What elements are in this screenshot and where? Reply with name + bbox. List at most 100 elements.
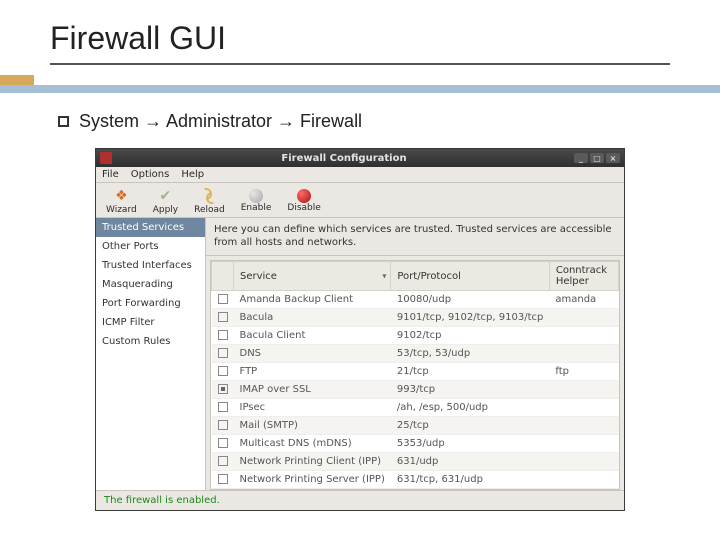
enable-label: Enable — [241, 203, 272, 213]
column-check[interactable] — [212, 262, 234, 291]
table-row[interactable]: Mail (SMTP)25/tcp — [212, 417, 619, 435]
table-row[interactable]: Amanda Backup Client10080/udpamanda — [212, 291, 619, 309]
row-port: 631/udp — [391, 453, 549, 471]
warning-row: ⚠ Allow access to necessary services, on… — [212, 489, 619, 491]
reload-button[interactable]: Reload — [186, 185, 233, 215]
row-port: 10080/udp — [391, 291, 549, 309]
row-checkbox[interactable] — [218, 438, 228, 448]
row-checkbox[interactable] — [218, 420, 228, 430]
column-service-label: Service — [240, 271, 277, 282]
close-button[interactable]: × — [606, 153, 620, 163]
row-checkbox[interactable] — [218, 402, 228, 412]
row-checkbox[interactable] — [218, 330, 228, 340]
check-icon: ✔ — [156, 187, 174, 205]
row-port: 9101/tcp, 9102/tcp, 9103/tcp — [391, 309, 549, 327]
row-port: 631/tcp, 631/udp — [391, 471, 549, 489]
row-checkbox[interactable] — [218, 384, 228, 394]
reload-label: Reload — [194, 205, 225, 215]
disable-label: Disable — [287, 203, 320, 213]
apply-button[interactable]: ✔ Apply — [145, 185, 186, 215]
wizard-icon: ❖ — [112, 187, 130, 205]
table-row[interactable]: IMAP over SSL993/tcp — [212, 381, 619, 399]
column-helper[interactable]: Conntrack Helper — [549, 262, 618, 291]
row-checkbox[interactable] — [218, 294, 228, 304]
row-checkbox[interactable] — [218, 456, 228, 466]
statusbar: The firewall is enabled. — [96, 490, 624, 510]
window-title: Firewall Configuration — [116, 153, 572, 164]
body-split: Trusted Services Other Ports Trusted Int… — [96, 218, 624, 490]
row-helper — [549, 453, 618, 471]
table-row[interactable]: Bacula9101/tcp, 9102/tcp, 9103/tcp — [212, 309, 619, 327]
row-helper — [549, 309, 618, 327]
row-service: Network Printing Client (IPP) — [234, 453, 391, 471]
row-service: Bacula — [234, 309, 391, 327]
table-row[interactable]: DNS53/tcp, 53/udp — [212, 345, 619, 363]
wizard-label: Wizard — [106, 205, 137, 215]
reload-icon — [200, 187, 218, 205]
table-row[interactable]: Network Printing Client (IPP)631/udp — [212, 453, 619, 471]
row-helper — [549, 345, 618, 363]
apply-label: Apply — [153, 205, 178, 215]
sidebar-item-custom-rules[interactable]: Custom Rules — [96, 332, 205, 351]
row-port: 21/tcp — [391, 363, 549, 381]
row-checkbox[interactable] — [218, 348, 228, 358]
sidebar-item-trusted-services[interactable]: Trusted Services — [96, 218, 205, 237]
row-service: IMAP over SSL — [234, 381, 391, 399]
sidebar: Trusted Services Other Ports Trusted Int… — [96, 218, 206, 490]
breadcrumb-text: System → Administrator → Firewall — [79, 111, 362, 132]
row-checkbox[interactable] — [218, 312, 228, 322]
menubar: File Options Help — [96, 167, 624, 183]
row-helper — [549, 327, 618, 345]
row-helper: ftp — [549, 363, 618, 381]
row-port: 53/tcp, 53/udp — [391, 345, 549, 363]
column-port[interactable]: Port/Protocol — [391, 262, 549, 291]
table-row[interactable]: Bacula Client9102/tcp — [212, 327, 619, 345]
slide-title: Firewall GUI — [50, 20, 670, 65]
sidebar-item-other-ports[interactable]: Other Ports — [96, 237, 205, 256]
row-port: 9102/tcp — [391, 327, 549, 345]
sidebar-item-icmp-filter[interactable]: ICMP Filter — [96, 313, 205, 332]
menu-options[interactable]: Options — [131, 169, 170, 180]
row-service: Network Printing Server (IPP) — [234, 471, 391, 489]
row-service: FTP — [234, 363, 391, 381]
enable-icon — [249, 189, 263, 203]
row-service: DNS — [234, 345, 391, 363]
row-helper — [549, 471, 618, 489]
row-checkbox[interactable] — [218, 366, 228, 376]
enable-button[interactable]: Enable — [233, 185, 280, 215]
main-panel: Here you can define which services are t… — [206, 218, 624, 490]
breadcrumb: System → Administrator → Firewall — [50, 111, 670, 132]
app-window: Firewall Configuration _ □ × File Option… — [95, 148, 625, 511]
services-table: Service ▾ Port/Protocol Conntrack Helper… — [211, 261, 619, 490]
maximize-button[interactable]: □ — [590, 153, 604, 163]
minimize-button[interactable]: _ — [574, 153, 588, 163]
table-row[interactable]: Network Printing Server (IPP)631/tcp, 63… — [212, 471, 619, 489]
row-service: Bacula Client — [234, 327, 391, 345]
sort-icon: ▾ — [382, 272, 386, 281]
row-helper — [549, 435, 618, 453]
bullet-icon — [58, 116, 69, 127]
panel-description: Here you can define which services are t… — [206, 218, 624, 256]
services-table-wrap: Service ▾ Port/Protocol Conntrack Helper… — [210, 260, 620, 490]
disable-button[interactable]: Disable — [279, 185, 328, 215]
row-port: 993/tcp — [391, 381, 549, 399]
row-checkbox[interactable] — [218, 474, 228, 484]
row-port: 25/tcp — [391, 417, 549, 435]
table-row[interactable]: FTP21/tcpftp — [212, 363, 619, 381]
sidebar-item-masquerading[interactable]: Masquerading — [96, 275, 205, 294]
row-service: IPsec — [234, 399, 391, 417]
sidebar-item-port-forwarding[interactable]: Port Forwarding — [96, 294, 205, 313]
menu-file[interactable]: File — [102, 169, 119, 180]
row-helper — [549, 417, 618, 435]
menu-help[interactable]: Help — [181, 169, 204, 180]
table-row[interactable]: IPsec/ah, /esp, 500/udp — [212, 399, 619, 417]
accent-underline — [0, 85, 720, 93]
titlebar[interactable]: Firewall Configuration _ □ × — [96, 149, 624, 167]
table-row[interactable]: Multicast DNS (mDNS)5353/udp — [212, 435, 619, 453]
column-service[interactable]: Service ▾ — [234, 262, 391, 291]
sidebar-item-trusted-interfaces[interactable]: Trusted Interfaces — [96, 256, 205, 275]
toolbar: ❖ Wizard ✔ Apply Reload Enable Disable — [96, 183, 624, 218]
wizard-button[interactable]: ❖ Wizard — [98, 185, 145, 215]
row-service: Mail (SMTP) — [234, 417, 391, 435]
row-port: 5353/udp — [391, 435, 549, 453]
